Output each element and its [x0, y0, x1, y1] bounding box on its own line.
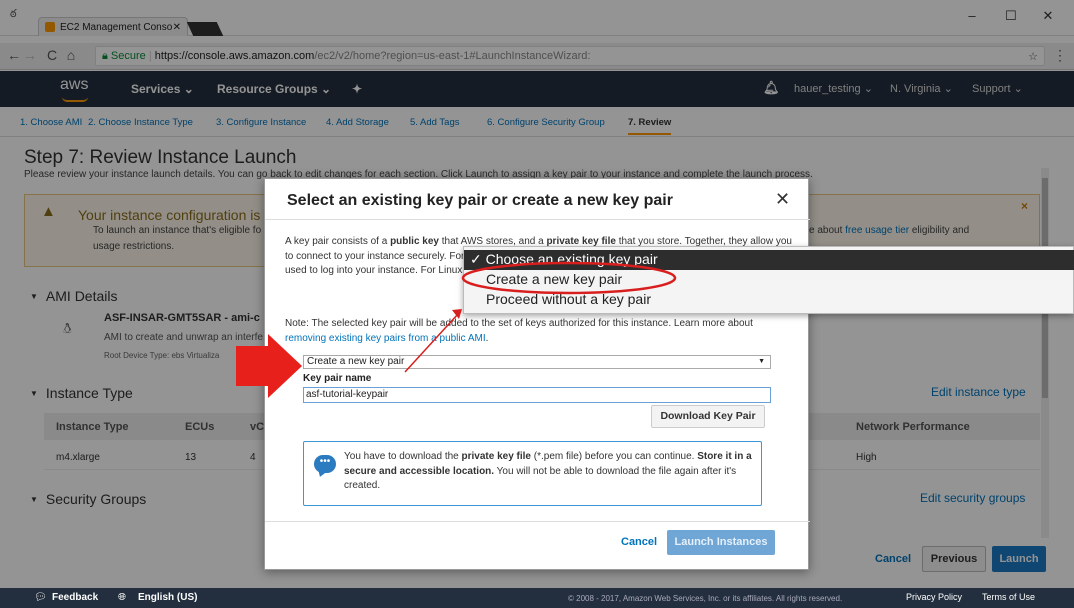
pointer-arrowhead [452, 309, 462, 319]
pointer-line [404, 313, 459, 373]
annotation-overlay [236, 261, 677, 398]
feedback-icon: 💬︎ [34, 592, 47, 603]
globe-icon: 🌐︎ [118, 592, 126, 603]
highlight-circle [461, 261, 677, 295]
terms-of-use-link[interactable]: Terms of Use [982, 592, 1035, 602]
feedback-link[interactable]: Feedback [52, 592, 98, 603]
language-selector[interactable]: English (US) [138, 592, 197, 603]
aws-footer: 💬︎ Feedback 🌐︎ English (US) © 2008 - 201… [0, 588, 1074, 608]
privacy-policy-link[interactable]: Privacy Policy [906, 592, 962, 602]
red-arrow-icon [236, 334, 302, 398]
copyright-text: © 2008 - 2017, Amazon Web Services, Inc.… [568, 594, 843, 603]
